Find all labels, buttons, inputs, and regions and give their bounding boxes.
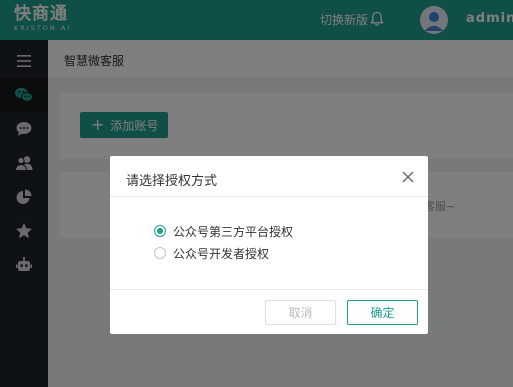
auth-method-dialog: 请选择授权方式 公众号第三方平台授权 公众号开发者授权 取消 确定 xyxy=(110,156,428,334)
radio-option-developer[interactable]: 公众号开发者授权 xyxy=(154,244,269,262)
close-icon[interactable] xyxy=(400,169,416,185)
dialog-footer-divider xyxy=(110,289,428,290)
radio-button[interactable] xyxy=(154,247,166,259)
radio-option-label: 公众号第三方平台授权 xyxy=(173,224,294,239)
dialog-title: 请选择授权方式 xyxy=(126,174,218,189)
dialog-header-divider xyxy=(110,196,428,197)
cancel-button[interactable]: 取消 xyxy=(265,300,336,325)
radio-option-label: 公众号开发者授权 xyxy=(173,246,270,261)
radio-button-checked[interactable] xyxy=(154,225,166,237)
confirm-button[interactable]: 确定 xyxy=(347,300,418,325)
radio-option-third-party[interactable]: 公众号第三方平台授权 xyxy=(154,222,293,240)
